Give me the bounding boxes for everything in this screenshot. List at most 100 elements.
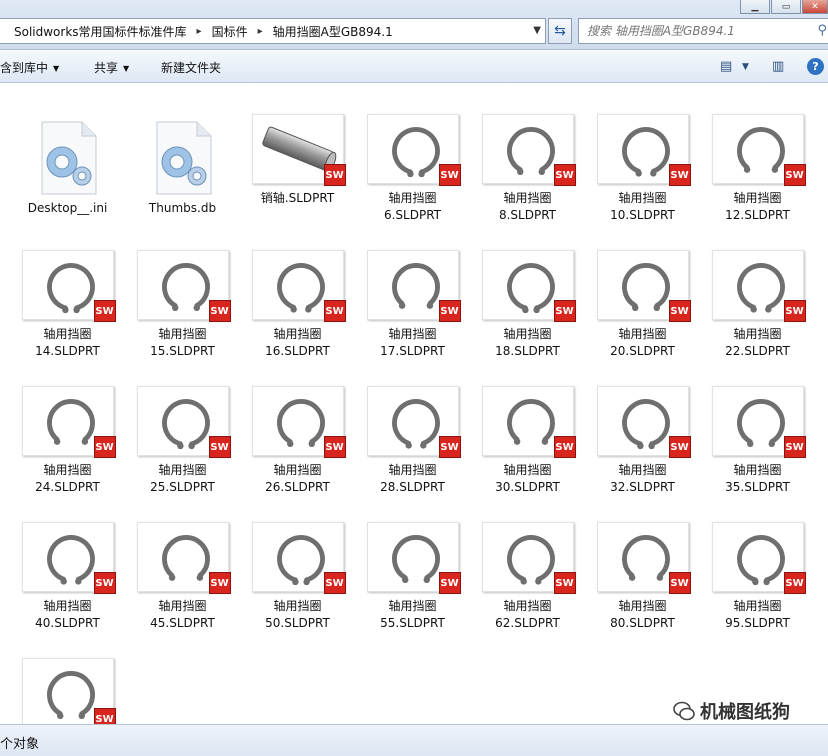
file-name[interactable]: 轴用挡圈 95.SLDPRT [700,598,815,632]
file-item[interactable]: SW 轴用挡圈 26.SLDPRT [240,386,355,496]
file-name[interactable]: 轴用挡圈 22.SLDPRT [700,326,815,360]
help-icon[interactable]: ? [807,58,824,75]
file-name[interactable]: 轴用挡圈 6.SLDPRT [355,190,470,224]
file-item[interactable]: SW 轴用挡圈 95.SLDPRT [700,522,815,632]
file-name-line1: 轴用挡圈 [618,599,667,613]
maximize-button[interactable]: ▭ [771,0,801,14]
file-item[interactable]: SW 轴用挡圈 22.SLDPRT [700,250,815,360]
file-item[interactable]: SW 轴用挡圈 8.SLDPRT [470,114,585,224]
file-item[interactable]: SW 轴用挡圈 35.SLDPRT [700,386,815,496]
file-name-line1: 轴用挡圈 [733,327,782,341]
file-item[interactable]: SW 轴用挡圈 62.SLDPRT [470,522,585,632]
file-item[interactable]: SW 轴用挡圈 30.SLDPRT [470,386,585,496]
address-box[interactable]: Solidworks常用国标件标准件库 ▸ 国标件 ▸ 轴用挡圈A型GB894.… [0,18,546,44]
solidworks-icon: SW [668,436,691,458]
file-item[interactable]: SW 轴用挡圈 10.SLDPRT [585,114,700,224]
file-name[interactable]: 轴用挡圈 12.SLDPRT [700,190,815,224]
part-thumbnail: SW [136,250,231,322]
file-name[interactable]: 轴用挡圈 45.SLDPRT [125,598,240,632]
file-name[interactable]: 轴用挡圈 15.SLDPRT [125,326,240,360]
file-item[interactable]: SW 销轴.SLDPRT [240,114,355,207]
part-thumbnail: SW [136,522,231,594]
file-item[interactable]: SW 轴用挡圈 32.SLDPRT [585,386,700,496]
file-item[interactable]: SW 轴用挡圈 16.SLDPRT [240,250,355,360]
preview-pane-icon[interactable]: ▥ [772,59,784,74]
file-name-line1: 轴用挡圈 [618,327,667,341]
file-name[interactable]: 轴用挡圈 50.SLDPRT [240,598,355,632]
file-name[interactable]: 轴用挡圈 26.SLDPRT [240,462,355,496]
file-name[interactable]: 轴用挡圈 40.SLDPRT [10,598,125,632]
file-item[interactable]: SW 轴用挡圈 25.SLDPRT [125,386,240,496]
file-name[interactable]: 轴用挡圈 80.SLDPRT [585,598,700,632]
file-name[interactable]: Desktop__.ini [10,200,125,217]
file-item[interactable]: SW 轴用挡圈 45.SLDPRT [125,522,240,632]
file-item[interactable]: Desktop__.ini [10,114,125,217]
file-name[interactable]: 轴用挡圈 28.SLDPRT [355,462,470,496]
search-input[interactable] [587,24,807,38]
file-name[interactable]: 轴用挡圈 62.SLDPRT [470,598,585,632]
file-item[interactable]: SW 轴用挡圈 17.SLDPRT [355,250,470,360]
file-name[interactable]: 轴用挡圈 16.SLDPRT [240,326,355,360]
file-item[interactable]: SW 轴用挡圈 28.SLDPRT [355,386,470,496]
file-name-line1: Thumbs.db [148,201,217,215]
file-item[interactable]: SW 轴用挡圈 20.SLDPRT [585,250,700,360]
file-name[interactable]: 轴用挡圈 10.SLDPRT [585,190,700,224]
share-button[interactable]: 共享 ▼ [94,59,129,76]
chevron-down-icon[interactable]: ▼ [533,25,541,36]
file-item[interactable]: SW 轴用挡圈 55.SLDPRT [355,522,470,632]
part-thumbnail: SW [21,386,116,458]
chevron-down-icon[interactable]: ▼ [742,62,749,72]
file-item[interactable]: SW 轴用挡圈 15.SLDPRT [125,250,240,360]
new-folder-button[interactable]: 新建文件夹 [161,59,221,76]
file-name[interactable]: 轴用挡圈 32.SLDPRT [585,462,700,496]
file-name[interactable]: Thumbs.db [125,200,240,217]
minimize-button[interactable]: ▁ [740,0,770,14]
file-list: Desktop__.ini Thumbs.db SW 销轴.SLDPRT SW … [0,84,828,724]
chevron-right-icon[interactable]: ▸ [254,26,267,37]
chevron-down-icon: ▼ [123,64,130,73]
file-name[interactable]: 轴用挡圈 20.SLDPRT [585,326,700,360]
file-name-line2: 28.SLDPRT [380,480,445,494]
file-name[interactable]: 轴用挡圈 30.SLDPRT [470,462,585,496]
refresh-button[interactable]: ⇆ [548,18,572,44]
file-name[interactable]: 轴用挡圈 25.SLDPRT [125,462,240,496]
file-name[interactable]: 轴用挡圈 24.SLDPRT [10,462,125,496]
file-item[interactable]: SW 轴用挡圈 24.SLDPRT [10,386,125,496]
file-name[interactable]: 轴用挡圈 8.SLDPRT [470,190,585,224]
breadcrumb-1[interactable]: Solidworks常用国标件标准件库 [0,23,193,40]
chevron-right-icon[interactable]: ▸ [193,26,206,37]
file-name-line1: 轴用挡圈 [618,191,667,205]
solidworks-icon: SW [208,300,231,322]
file-name-line2: 50.SLDPRT [265,616,330,630]
file-item[interactable]: SW [10,658,125,724]
solidworks-icon: SW [323,572,346,594]
part-thumbnail: SW [481,386,576,458]
include-in-library-button[interactable]: 含到库中 ▼ [0,59,59,76]
file-name[interactable]: 销轴.SLDPRT [240,190,355,207]
file-item[interactable]: SW 轴用挡圈 80.SLDPRT [585,522,700,632]
share-label: 共享 [94,61,119,75]
file-item[interactable]: SW 轴用挡圈 50.SLDPRT [240,522,355,632]
file-item[interactable]: SW 轴用挡圈 6.SLDPRT [355,114,470,224]
breadcrumb-3[interactable]: 轴用挡圈A型GB894.1 [267,23,399,40]
file-name[interactable]: 轴用挡圈 14.SLDPRT [10,326,125,360]
file-item[interactable]: SW 轴用挡圈 12.SLDPRT [700,114,815,224]
file-item[interactable]: SW 轴用挡圈 18.SLDPRT [470,250,585,360]
file-name[interactable]: 轴用挡圈 35.SLDPRT [700,462,815,496]
search-icon[interactable]: ⚲ [817,23,827,38]
view-options-icon[interactable]: ▤ [720,59,732,74]
breadcrumb-2[interactable]: 国标件 [206,23,254,40]
search-box[interactable]: ⚲ [578,18,828,44]
file-name[interactable]: 轴用挡圈 55.SLDPRT [355,598,470,632]
file-name[interactable]: 轴用挡圈 17.SLDPRT [355,326,470,360]
part-thumbnail: SW [21,522,116,594]
close-button[interactable]: ✕ [802,0,828,14]
file-name-line1: 轴用挡圈 [733,463,782,477]
file-item[interactable]: Thumbs.db [125,114,240,217]
file-item[interactable]: SW 轴用挡圈 40.SLDPRT [10,522,125,632]
file-item[interactable]: SW 轴用挡圈 14.SLDPRT [10,250,125,360]
file-name[interactable]: 轴用挡圈 18.SLDPRT [470,326,585,360]
file-name-line2: 18.SLDPRT [495,344,560,358]
part-thumbnail: SW [596,114,691,186]
file-name-line1: 轴用挡圈 [618,463,667,477]
